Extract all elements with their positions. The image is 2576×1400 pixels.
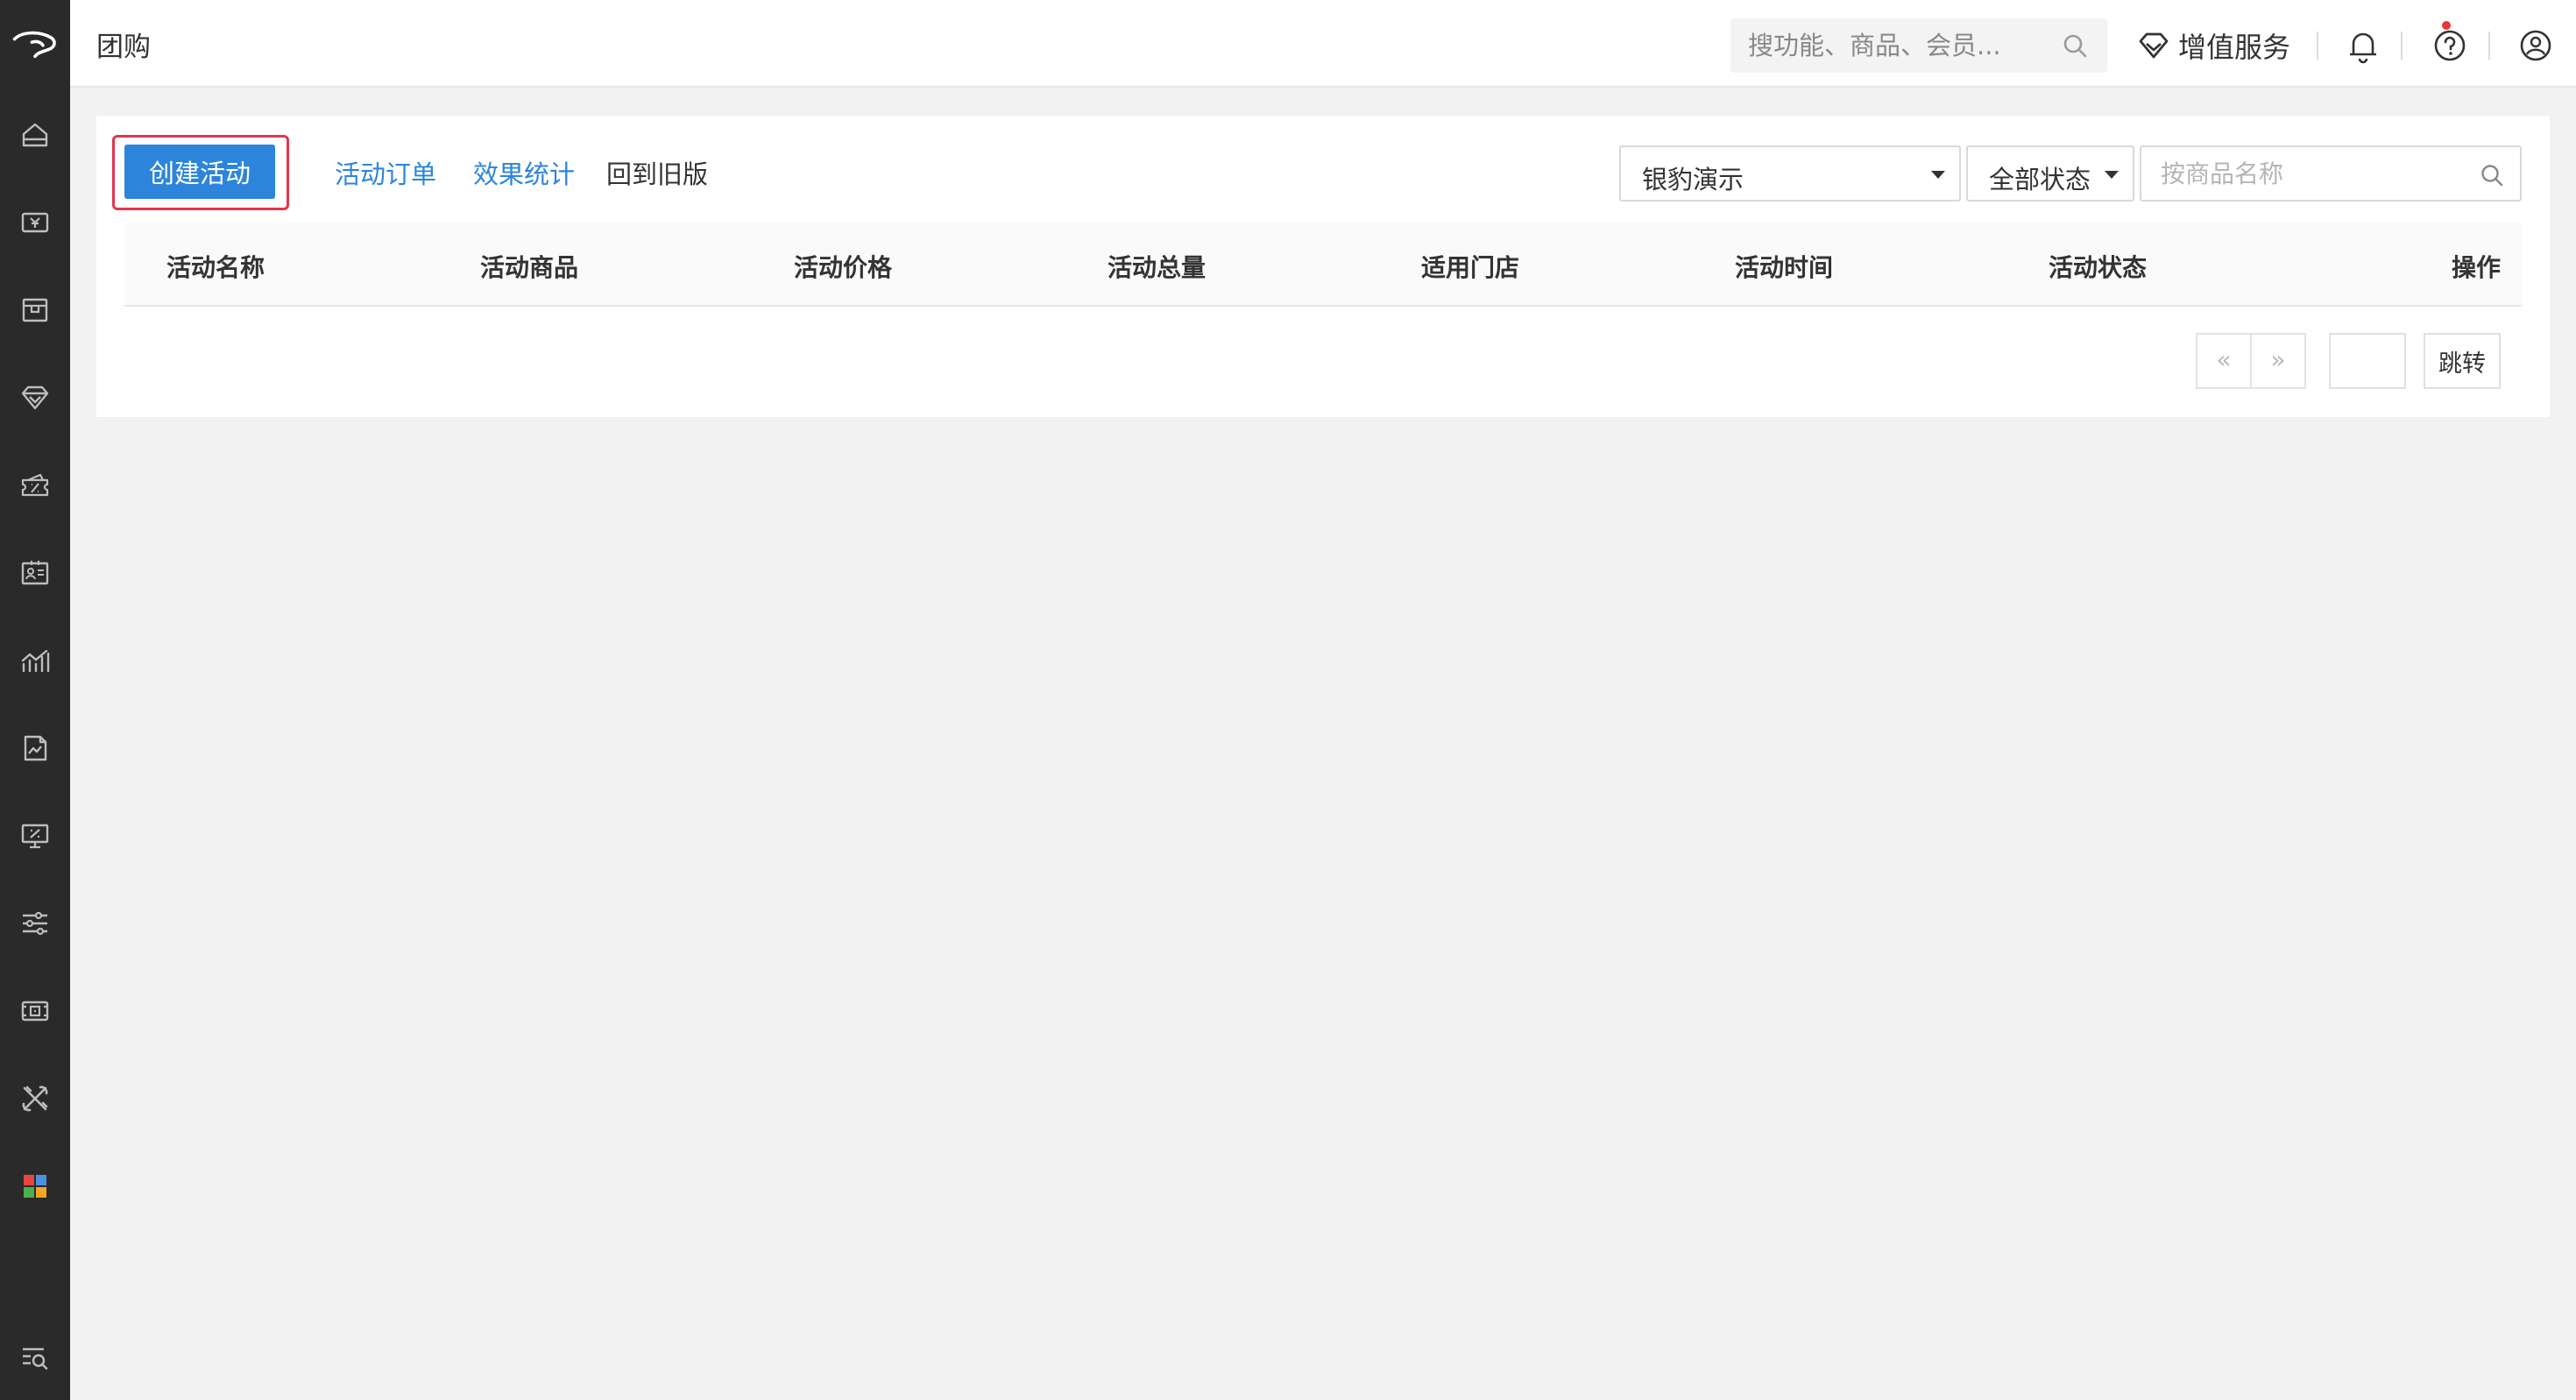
logo-icon xyxy=(12,31,56,59)
global-search-input[interactable] xyxy=(1748,18,2063,73)
store-select[interactable]: 银豹演示 xyxy=(1619,145,1961,202)
diamond-icon xyxy=(2139,32,2169,59)
store-select-value: 银豹演示 xyxy=(1642,165,1744,194)
pager-prev-button[interactable]: « xyxy=(2196,333,2252,389)
column-header-price: 活动价格 xyxy=(794,253,893,282)
column-header-time: 活动时间 xyxy=(1735,253,1834,282)
sidebar-item-settings[interactable] xyxy=(0,880,70,967)
header-divider xyxy=(2488,32,2490,60)
tab-effect-stats[interactable]: 效果统计 xyxy=(473,154,575,191)
brand-logo[interactable] xyxy=(0,0,70,88)
value-service-label: 增值服务 xyxy=(2178,31,2291,64)
sidebar-item-goods[interactable] xyxy=(0,266,70,354)
header-divider xyxy=(2317,32,2318,60)
status-select-value: 全部状态 xyxy=(1989,165,2091,194)
column-header-goods: 活动商品 xyxy=(480,253,579,282)
create-activity-button[interactable]: 创建活动 xyxy=(124,145,275,199)
page-title: 团购 xyxy=(96,32,151,63)
main-card: 创建活动 活动订单 效果统计 回到旧版 银豹演示 全部状态 活动名称 活动商品 … xyxy=(96,116,2550,417)
product-name-search-input[interactable] xyxy=(2161,147,2476,200)
sidebar-item-finance[interactable] xyxy=(0,704,70,792)
apps-icon xyxy=(24,1175,46,1198)
column-header-actions: 操作 xyxy=(2451,253,2501,282)
caret-down-icon xyxy=(1931,171,1945,179)
page-number-input[interactable] xyxy=(2329,333,2406,389)
cashier-icon xyxy=(21,212,49,233)
report-icon xyxy=(21,649,50,673)
global-search xyxy=(1730,18,2107,73)
sidebar-item-member[interactable] xyxy=(0,354,70,442)
sidebar-item-device[interactable] xyxy=(0,967,70,1055)
marketing-icon xyxy=(21,473,49,497)
sidebar-item-report[interactable] xyxy=(0,617,70,704)
tools-icon xyxy=(22,1085,48,1112)
status-select[interactable]: 全部状态 xyxy=(1966,145,2134,202)
sidebar-item-search-menu[interactable] xyxy=(0,1314,70,1400)
column-header-total: 活动总量 xyxy=(1108,253,1207,282)
sidebar xyxy=(0,0,70,1400)
staff-icon xyxy=(21,561,49,585)
sidebar-item-marketing[interactable] xyxy=(0,442,70,529)
header-divider xyxy=(2401,32,2403,60)
home-icon xyxy=(22,123,48,147)
search-icon[interactable] xyxy=(2062,32,2088,59)
product-name-search xyxy=(2140,145,2522,202)
help-icon[interactable] xyxy=(2431,26,2469,65)
jump-button[interactable]: 跳转 xyxy=(2424,333,2501,389)
sidebar-item-apps[interactable] xyxy=(0,1142,70,1230)
table-header: 活动名称 活动商品 活动价格 活动总量 适用门店 活动时间 活动状态 操作 xyxy=(124,223,2522,307)
device-icon xyxy=(21,1001,49,1022)
column-header-name: 活动名称 xyxy=(166,253,265,282)
column-header-status: 活动状态 xyxy=(2049,253,2148,282)
settings-icon xyxy=(23,911,47,936)
top-header: 团购 增值服务 xyxy=(70,0,2576,88)
create-button-highlight: 创建活动 xyxy=(112,135,289,210)
search-menu-icon xyxy=(23,1347,48,1370)
caret-down-icon xyxy=(2105,171,2119,179)
tab-activity-orders[interactable]: 活动订单 xyxy=(335,154,436,191)
goods-icon xyxy=(22,298,48,322)
sidebar-item-home[interactable] xyxy=(0,91,70,179)
member-icon xyxy=(21,385,49,410)
value-service-button[interactable]: 增值服务 xyxy=(2136,21,2290,70)
search-icon[interactable] xyxy=(2480,163,2504,187)
tab-back-to-old-version[interactable]: 回到旧版 xyxy=(606,154,708,191)
promotion-screen-icon xyxy=(21,824,49,849)
sidebar-item-tools[interactable] xyxy=(0,1055,70,1142)
column-header-stores: 适用门店 xyxy=(1421,253,1520,282)
pager-next-button[interactable]: » xyxy=(2250,333,2306,389)
bell-icon[interactable] xyxy=(2344,26,2382,65)
sidebar-item-promotion-screen[interactable] xyxy=(0,792,70,880)
finance-icon xyxy=(24,735,47,761)
user-avatar-icon[interactable] xyxy=(2516,26,2555,65)
sidebar-item-staff[interactable] xyxy=(0,529,70,617)
sidebar-item-cashier[interactable] xyxy=(0,179,70,266)
